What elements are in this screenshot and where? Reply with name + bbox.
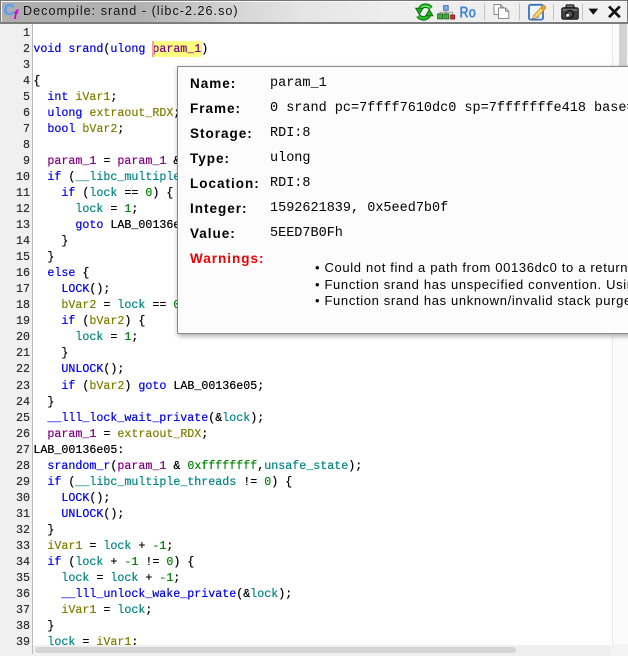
svg-text:Ro: Ro [460,5,477,22]
